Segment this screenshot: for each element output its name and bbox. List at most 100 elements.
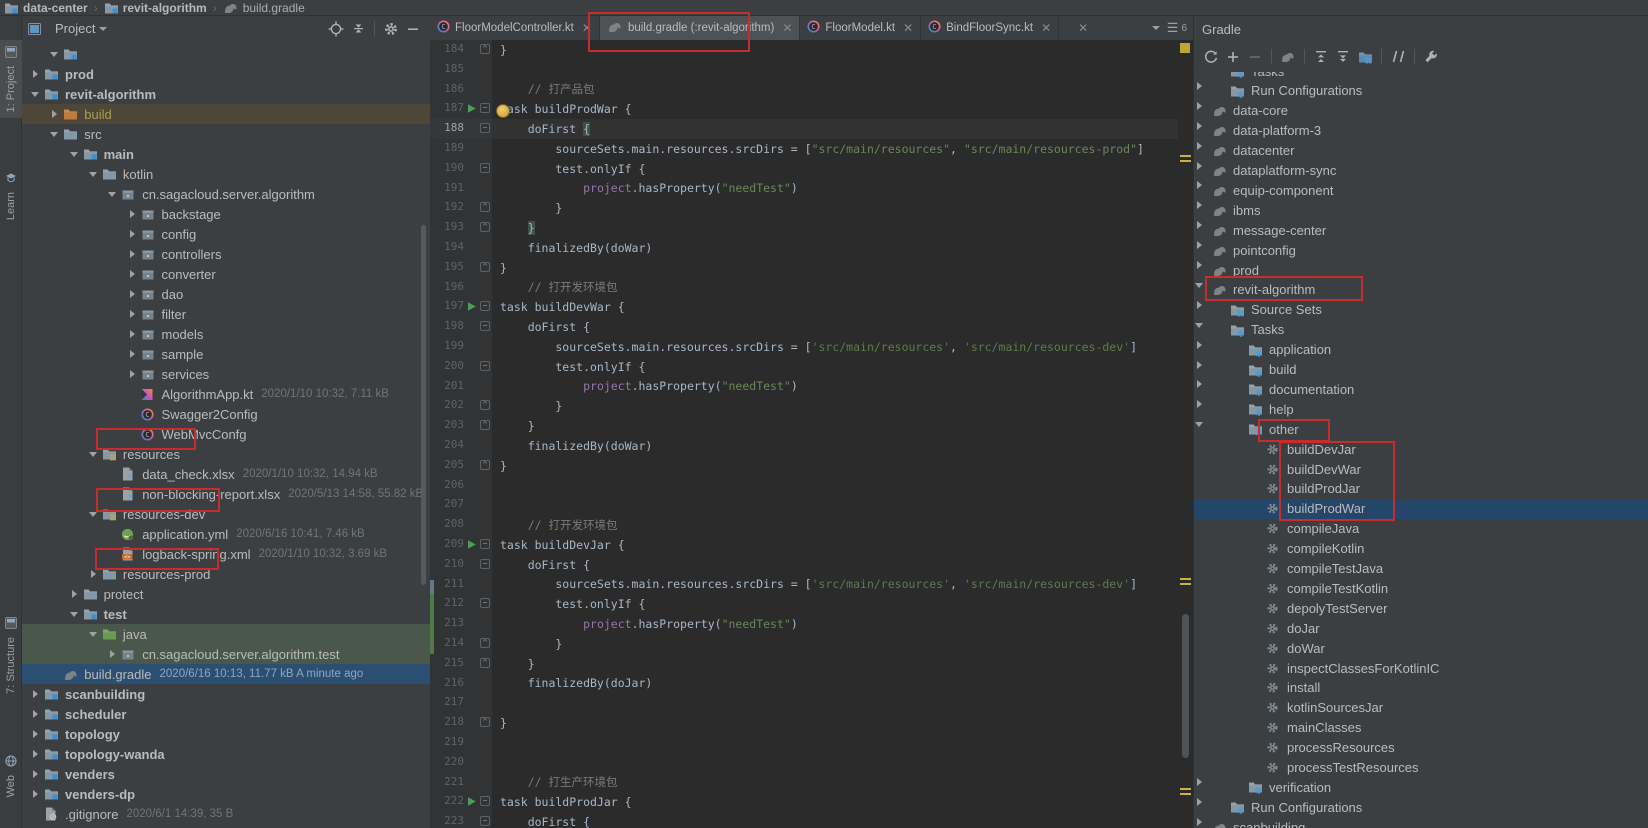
gradle-tree-item[interactable]: verification — [1194, 777, 1648, 797]
project-tree-item[interactable]: resources-dev — [22, 504, 430, 524]
gradle-tree-item[interactable]: data-core — [1194, 101, 1648, 121]
code-line-221[interactable]: 221 // 打生产环境包 — [430, 773, 1178, 793]
warning-mark[interactable] — [1180, 793, 1191, 795]
project-tree-item[interactable]: controllers — [22, 244, 430, 264]
sync-icon[interactable] — [1200, 47, 1222, 67]
editor-scrollbar-thumb[interactable] — [1182, 614, 1189, 758]
code-line-200[interactable]: 200− test.onlyIf { — [430, 357, 1178, 377]
gradle-tree-item[interactable]: help — [1194, 399, 1648, 419]
run-task-icon[interactable] — [466, 103, 477, 117]
warning-mark[interactable] — [1180, 578, 1191, 580]
fold-marker-icon[interactable]: − — [480, 816, 490, 826]
project-tree-item[interactable]: resources — [22, 444, 430, 464]
warning-mark[interactable] — [1180, 155, 1191, 157]
gradle-tree-item[interactable]: documentation — [1194, 379, 1648, 399]
gradle-tree-item[interactable]: compileTestJava — [1194, 559, 1648, 579]
code-line-198[interactable]: 198− doFirst { — [430, 317, 1178, 337]
chevron-down-icon[interactable] — [88, 449, 99, 460]
chevron-right-icon[interactable] — [127, 269, 138, 280]
project-tree-item[interactable]: models — [22, 324, 430, 344]
gradle-tree-item[interactable]: processTestResources — [1194, 758, 1648, 778]
code-line-199[interactable]: 199 sourceSets.main.resources.srcDirs = … — [430, 337, 1178, 357]
fold-marker-icon[interactable]: ^ — [480, 460, 490, 470]
chevron-right-icon[interactable] — [30, 749, 41, 760]
remove-icon[interactable] — [1244, 47, 1266, 67]
chevron-down-icon[interactable] — [49, 49, 60, 60]
gradle-tree-item[interactable]: depolyTestServer — [1194, 598, 1648, 618]
warning-mark[interactable] — [1180, 788, 1191, 790]
code-line-191[interactable]: 191 project.hasProperty("needTest") — [430, 179, 1178, 199]
gradle-tree-item[interactable]: compileJava — [1194, 519, 1648, 539]
project-tree-item[interactable]: CSwagger2Config — [22, 404, 430, 424]
project-tree-item[interactable]: build.gradle2020/6/16 10:13, 11.77 kB A … — [22, 664, 430, 684]
project-tree-item[interactable]: ?data_check.xlsx2020/1/10 10:32, 14.94 k… — [22, 464, 430, 484]
gradle-tree-item[interactable]: buildDevWar — [1194, 459, 1648, 479]
chevron-down-icon[interactable] — [49, 129, 60, 140]
code-line-201[interactable]: 201 project.hasProperty("needTest") — [430, 377, 1178, 397]
gradle-tree-item[interactable]: buildDevJar — [1194, 439, 1648, 459]
code-line-214[interactable]: 214^ } — [430, 634, 1178, 654]
hidden-tabs-dropdown[interactable]: ☰6 — [1152, 16, 1187, 40]
chevron-down-icon[interactable] — [88, 509, 99, 520]
gradle-icon[interactable] — [1277, 47, 1299, 67]
chevron-right-icon[interactable] — [88, 569, 99, 580]
project-tree-item[interactable]: topology — [22, 724, 430, 744]
tool-stripe-button----project[interactable]: 1: Project — [0, 40, 22, 118]
code-line-222[interactable]: 222−task buildProdJar { — [430, 792, 1178, 812]
project-tree-item[interactable]: ?non-blocking-report.xlsx2020/5/13 14:58… — [22, 484, 430, 504]
project-tree-item[interactable]: .gitignore2020/6/1 14:39, 35 B — [22, 804, 430, 824]
gradle-tree-item[interactable]: Run Configurations — [1194, 797, 1648, 817]
gradle-tree-item[interactable]: scanbuilding — [1194, 817, 1648, 828]
project-tree-item[interactable]: prod — [22, 64, 430, 84]
gradle-tree-item[interactable]: compileKotlin — [1194, 539, 1648, 559]
code-line-217[interactable]: 217 — [430, 693, 1178, 713]
chevron-right-icon[interactable] — [127, 369, 138, 380]
expand-all-icon[interactable] — [1310, 47, 1332, 67]
fold-marker-icon[interactable]: ^ — [480, 420, 490, 430]
chevron-right-icon[interactable] — [30, 789, 41, 800]
locate-icon[interactable] — [325, 19, 347, 39]
code-line-207[interactable]: 207 — [430, 495, 1178, 515]
gradle-tree-item[interactable]: kotlinSourcesJar — [1194, 698, 1648, 718]
code-line-212[interactable]: 212− test.onlyIf { — [430, 594, 1178, 614]
fold-marker-icon[interactable]: − — [480, 539, 490, 549]
fold-marker-icon[interactable]: ^ — [480, 202, 490, 212]
close-icon[interactable]: ✕ — [582, 21, 592, 35]
code-line-192[interactable]: 192^ } — [430, 198, 1178, 218]
code-line-184[interactable]: 184^} — [430, 40, 1178, 60]
chevron-right-icon[interactable] — [127, 229, 138, 240]
project-tree-item[interactable]: filter — [22, 304, 430, 324]
code-editor[interactable]: 184^}185186 // 打产品包187−task buildProdWar… — [430, 40, 1178, 828]
project-tree-item[interactable]: src — [22, 124, 430, 144]
code-line-216[interactable]: 216 finalizedBy(doJar) — [430, 674, 1178, 694]
fold-marker-icon[interactable]: ^ — [480, 717, 490, 727]
hide-icon[interactable] — [402, 19, 424, 39]
fold-marker-icon[interactable]: ^ — [480, 400, 490, 410]
code-line-203[interactable]: 203^ } — [430, 416, 1178, 436]
project-tree-item[interactable]: java — [22, 624, 430, 644]
code-line-194[interactable]: 194 finalizedBy(doWar) — [430, 238, 1178, 258]
fold-marker-icon[interactable]: ^ — [480, 222, 490, 232]
gradle-tree-item[interactable]: Source Sets — [1194, 300, 1648, 320]
fold-marker-icon[interactable]: − — [480, 361, 490, 371]
project-tree-item[interactable]: config — [22, 224, 430, 244]
gradle-tree-item[interactable]: compileTestKotlin — [1194, 578, 1648, 598]
code-line-213[interactable]: 213 project.hasProperty("needTest") — [430, 614, 1178, 634]
gradle-tree-item[interactable]: prod — [1194, 260, 1648, 280]
breadcrumb-item[interactable]: data-center — [4, 1, 88, 15]
code-line-211[interactable]: 211 sourceSets.main.resources.srcDirs = … — [430, 575, 1178, 595]
code-line-195[interactable]: 195^} — [430, 258, 1178, 278]
code-line-202[interactable]: 202^ } — [430, 396, 1178, 416]
gradle-tree-item[interactable]: datacenter — [1194, 141, 1648, 161]
gradle-tree-item[interactable]: buildProdJar — [1194, 479, 1648, 499]
project-tree-item[interactable]: AlgorithmApp.kt2020/1/10 10:32, 7.11 kB — [22, 384, 430, 404]
code-line-205[interactable]: 205^} — [430, 456, 1178, 476]
project-tree-item[interactable]: resources-prod — [22, 564, 430, 584]
project-view-selector[interactable]: Project — [55, 21, 95, 36]
add-icon[interactable] — [1222, 47, 1244, 67]
gradle-tree-item[interactable]: equip-component — [1194, 180, 1648, 200]
gradle-tree-item[interactable]: data-platform-3 — [1194, 121, 1648, 141]
fold-marker-icon[interactable]: ^ — [480, 658, 490, 668]
editor-error-stripe[interactable] — [1178, 40, 1193, 828]
fold-marker-icon[interactable]: − — [480, 123, 490, 133]
